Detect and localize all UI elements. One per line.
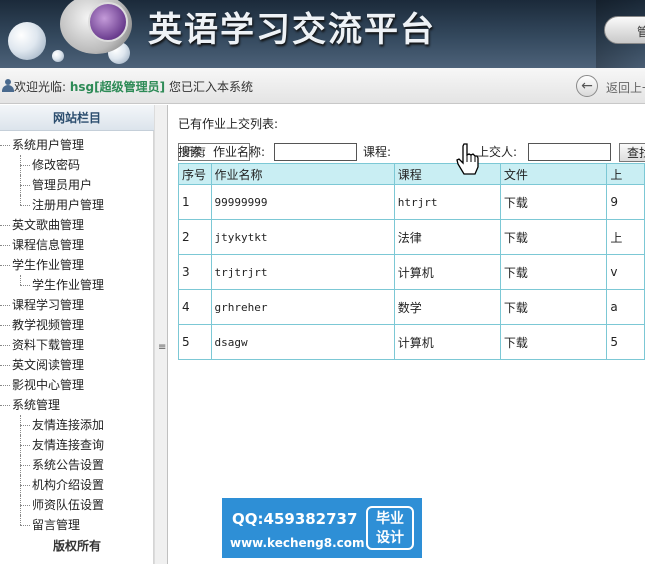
table-cell: 5 [606,324,645,360]
sidebar-item[interactable]: 学生作业管理 [0,255,154,275]
table-cell: 计算机 [393,324,501,360]
column-header: 文件 [499,163,608,185]
sidebar-tree: 系统用户管理 修改密码 管理员用户 注册用户管理 英文歌曲管理 课程信息管理 学生作业管理学… [0,135,154,535]
download-link[interactable]: 下载 [499,289,608,325]
back-arrow-icon[interactable]: ← [576,75,598,97]
table-cell: 计算机 [393,254,501,290]
welcome-bar: 欢迎光临: hsg[超级管理员] 您已汇入本系统 ← 返回上一 [0,68,645,104]
main-content: 已有作业上交列表: 搜索: 作业名称: 课程: 所有 上交人: 查找 序号 作业名… [169,105,645,564]
sidebar-item[interactable]: 修改密码 [0,155,154,175]
table-cell: 法律 [393,219,501,255]
sidebar-item[interactable]: 注册用户管理 [0,195,154,215]
sidebar-item[interactable]: 系统用户管理 [0,135,154,155]
table-row: 4 grhreher 数学 下载 a [178,289,645,325]
name-label: 作业名称: [213,145,266,159]
sidebar-item[interactable]: 影视中心管理 [0,375,154,395]
header-banner: 英语学习交流平台 管 [0,0,645,68]
sidebar-item[interactable]: 课程信息管理 [0,235,154,255]
sidebar-item[interactable]: 系统公告设置 [0,455,154,475]
sidebar-item[interactable]: 系统管理 [0,395,154,415]
watermark-qq: QQ:459382737 [232,510,358,528]
table-cell: dsagw [210,324,395,360]
mascot-disc-icon [88,2,128,42]
search-button[interactable]: 查找 [619,143,645,162]
table-cell: 2 [178,219,212,255]
sidebar-item[interactable]: 英文歌曲管理 [0,215,154,235]
course-label: 课程: [363,145,392,159]
column-header: 上 [606,163,645,185]
sidebar-item[interactable]: 友情连接添加 [0,415,154,435]
sidebar-item[interactable]: 留言管理 [0,515,154,535]
homework-table: 序号 作业名称 课程 文件上 1 99999999 htrjrt 下载 9 2 jtykytkt 法… [178,163,645,360]
table-cell: 9 [606,184,645,220]
table-cell: 上 [606,219,645,255]
sidebar-item[interactable]: 友情连接查询 [0,435,154,455]
sidebar-item[interactable]: 课程学习管理 [0,295,154,315]
submitter-label: 上交人: [477,145,518,159]
back-link[interactable]: 返回上一 [606,79,645,96]
table-cell: a [606,289,645,325]
sidebar-item[interactable]: 机构介绍设置 [0,475,154,495]
table-row: 2 jtykytkt 法律 下载上 [178,219,645,255]
table-cell: trjtrjrt [210,254,395,290]
table-cell: 1 [178,184,212,220]
sidebar-item[interactable]: 英文阅读管理 [0,355,154,375]
site-title: 英语学习交流平台 [148,10,436,50]
table-cell: 3 [178,254,212,290]
table-row: 3 trjtrjrt 计算机 下载 v [178,254,645,290]
watermark-url: www.kecheng8.com [230,536,365,550]
table-row: 5 dsagw 计算机 下载 5 [178,324,645,360]
table-cell: 4 [178,289,212,325]
decorative-bubble [8,22,46,60]
list-title: 已有作业上交列表: [178,117,279,131]
search-bar: 搜索: 作业名称: 课程: 所有 上交人: 查找 [178,143,645,163]
decorative-bubble [52,50,64,62]
sidebar-item[interactable]: 管理员用户 [0,175,154,195]
table-header-row: 序号 作业名称 课程 文件上 [178,163,645,185]
table-cell: v [606,254,645,290]
welcome-text: 欢迎光临: hsg[超级管理员] 您已汇入本系统 [14,80,253,94]
splitter-grip-icon[interactable]: ≡ [158,343,166,353]
table-cell: 数学 [393,289,501,325]
frame-splitter[interactable]: ≡ [154,105,168,564]
username: hsg [69,80,95,94]
submitter-input[interactable] [528,143,611,161]
sidebar: 网站栏目 系统用户管理 修改密码 管理员用户 注册用户管理 英文歌曲管理 课程信息管理 学生… [0,105,154,564]
hand-cursor-icon [456,143,479,175]
table-cell: grhreher [210,289,395,325]
table-cell: 99999999 [210,184,395,220]
table-cell: htrjrt [393,184,501,220]
sidebar-heading: 网站栏目 [0,105,154,131]
watermark-badge: 毕业 设计 [366,506,414,550]
download-link[interactable]: 下载 [499,254,608,290]
download-link[interactable]: 下载 [499,219,608,255]
homework-name-input[interactable] [274,143,357,161]
sidebar-item[interactable]: 资料下载管理 [0,335,154,355]
download-link[interactable]: 下载 [499,324,608,360]
sidebar-item[interactable]: 学生作业管理 [0,275,154,295]
column-header: 课程 [393,163,501,185]
user-icon [2,79,14,93]
user-role: [超级管理员] [94,80,166,94]
table-cell: 5 [178,324,212,360]
search-label: 搜索: [178,145,207,159]
table-row: 1 99999999 htrjrt 下载 9 [178,184,645,220]
header-manage-button[interactable]: 管 [604,16,645,44]
table-cell: jtykytkt [210,219,395,255]
sidebar-item[interactable]: 师资队伍设置 [0,495,154,515]
column-header: 作业名称 [210,163,395,185]
sidebar-item[interactable]: 教学视频管理 [0,315,154,335]
copyright: 版权所有 [52,539,101,553]
watermark-banner: QQ:459382737 www.kecheng8.com 毕业 设计 [222,498,422,558]
download-link[interactable]: 下载 [499,184,608,220]
column-header: 序号 [178,163,212,185]
